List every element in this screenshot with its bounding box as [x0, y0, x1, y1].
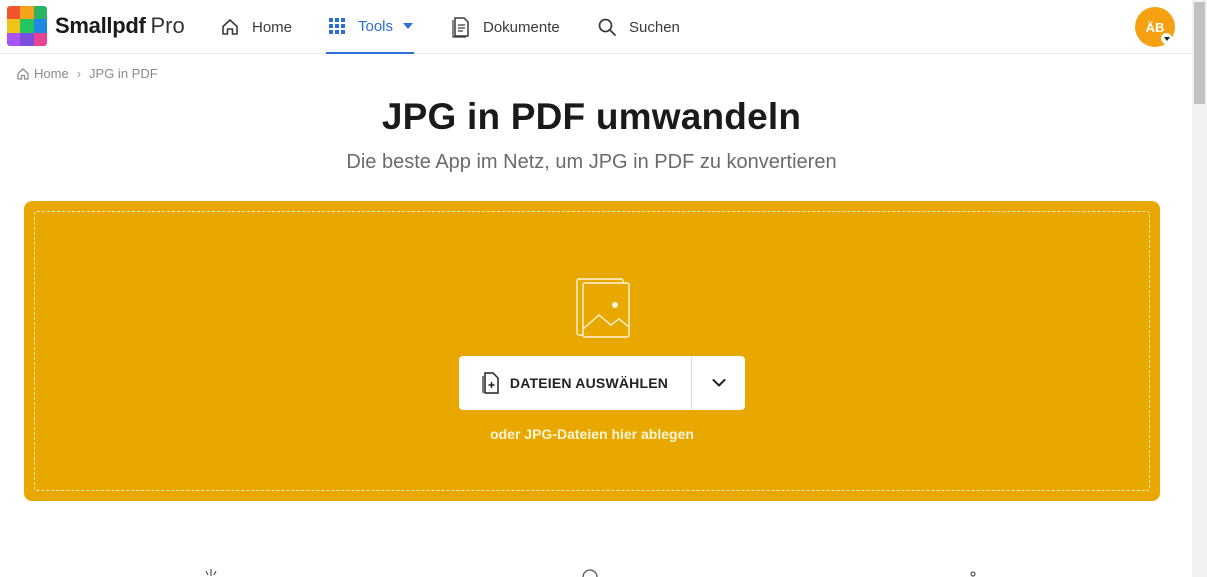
top-navigation: Smallpdf Pro Home Tools Dokumente Suchen…: [0, 0, 1192, 54]
home-icon: [17, 67, 29, 80]
breadcrumb-current: JPG in PDF: [89, 66, 158, 81]
brand-name: Smallpdf: [55, 13, 146, 38]
search-icon: [598, 18, 616, 36]
chevron-down-icon: [712, 379, 725, 387]
smallpdf-logo-icon: [7, 6, 47, 46]
image-files-icon: [576, 278, 630, 338]
page-subtitle: Die beste App im Netz, um JPG in PDF zu …: [346, 151, 837, 173]
feature-icon-partial: [205, 569, 217, 576]
nav-home-label: Home: [252, 18, 293, 36]
breadcrumb: Home › JPG in PDF: [16, 66, 158, 81]
breadcrumb-home-link[interactable]: Home: [34, 66, 69, 81]
nav-documents-label: Dokumente: [483, 18, 560, 36]
nav-tools-label: Tools: [358, 17, 394, 35]
nav-home[interactable]: Home: [220, 0, 292, 54]
file-dropzone[interactable]: DATEIEN AUSWÄHLEN oder JPG-Dateien hier …: [24, 201, 1160, 501]
home-icon: [222, 19, 238, 35]
nav-tools[interactable]: Tools: [326, 0, 414, 54]
scrollbar-thumb[interactable]: [1194, 2, 1205, 104]
add-file-icon: [482, 372, 499, 394]
brand-tier: Pro: [150, 13, 185, 38]
breadcrumb-separator: ›: [76, 66, 82, 81]
choose-files-label: DATEIEN AUSWÄHLEN: [509, 375, 669, 391]
brand-logo[interactable]: Smallpdf Pro: [7, 6, 185, 46]
dropzone-dashed-border: DATEIEN AUSWÄHLEN oder JPG-Dateien hier …: [34, 211, 1150, 491]
page-scrollbar[interactable]: [1192, 0, 1207, 577]
avatar-chevron-down-icon[interactable]: [1161, 33, 1172, 44]
nav-search[interactable]: Suchen: [597, 0, 680, 54]
nav-documents[interactable]: Dokumente: [451, 0, 560, 54]
drop-hint-text: oder JPG-Dateien hier ablegen: [490, 426, 694, 442]
upload-source-dropdown[interactable]: [691, 356, 745, 410]
feature-icon-partial: [582, 569, 598, 577]
page-title: JPG in PDF umwandeln: [381, 96, 802, 137]
choose-files-button[interactable]: DATEIEN AUSWÄHLEN: [459, 356, 691, 410]
document-icon: [452, 17, 469, 38]
feature-icon-partial: [970, 571, 976, 577]
nav-search-label: Suchen: [629, 18, 680, 36]
grid-icon: [329, 18, 345, 34]
chevron-down-icon: [403, 23, 414, 29]
